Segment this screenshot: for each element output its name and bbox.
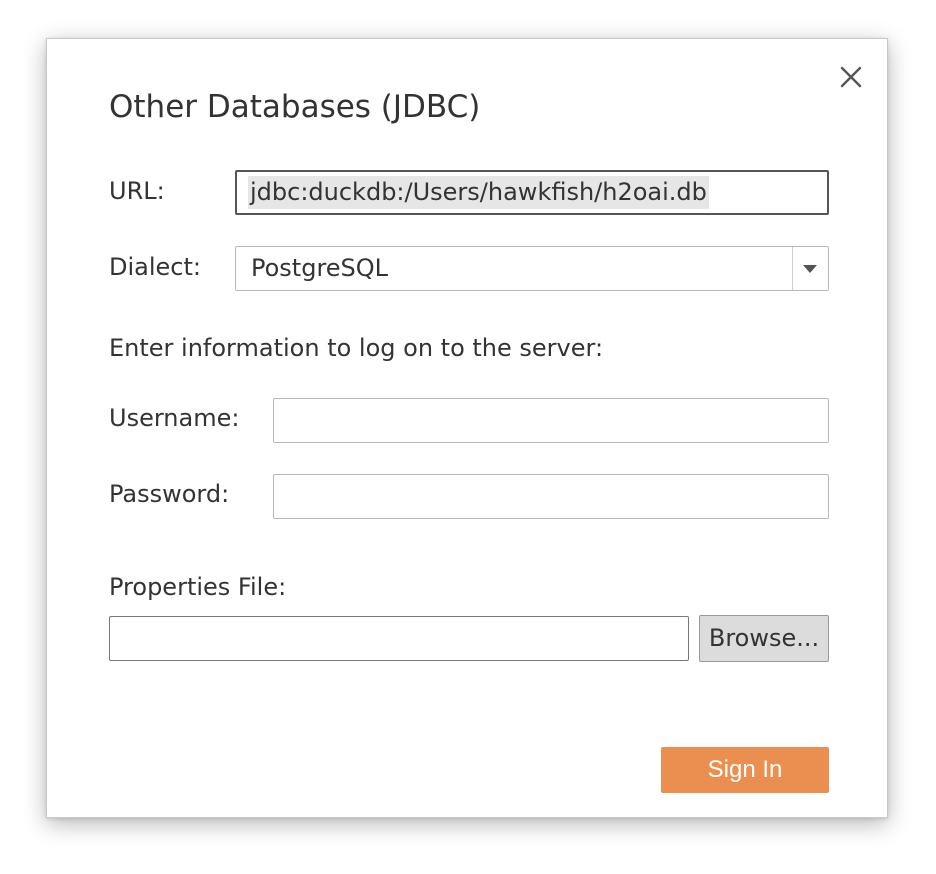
url-label: URL: (109, 177, 165, 205)
dialect-selected-value: PostgreSQL (251, 254, 389, 282)
jdbc-dialog: Other Databases (JDBC) URL: jdbc:duckdb:… (46, 38, 888, 818)
username-label: Username: (109, 404, 240, 432)
close-icon (840, 66, 862, 88)
dialect-select[interactable]: PostgreSQL (235, 246, 829, 291)
dropdown-arrow-icon[interactable] (803, 265, 817, 273)
browse-button[interactable]: Browse... (699, 615, 829, 662)
close-button[interactable] (835, 61, 867, 93)
username-input[interactable] (273, 398, 829, 443)
logon-heading: Enter information to log on to the serve… (109, 334, 604, 362)
dialog-title: Other Databases (JDBC) (109, 89, 481, 125)
url-input-value: jdbc:duckdb:/Users/hawkfish/h2oai.db (248, 176, 709, 209)
password-input[interactable] (273, 474, 829, 519)
properties-file-label: Properties File: (109, 573, 287, 601)
dialect-select-divider (792, 247, 793, 290)
password-label: Password: (109, 480, 230, 508)
properties-file-input[interactable] (109, 616, 689, 661)
dialect-label: Dialect: (109, 253, 201, 281)
sign-in-button[interactable]: Sign In (661, 747, 829, 793)
url-input[interactable]: jdbc:duckdb:/Users/hawkfish/h2oai.db (235, 170, 829, 215)
